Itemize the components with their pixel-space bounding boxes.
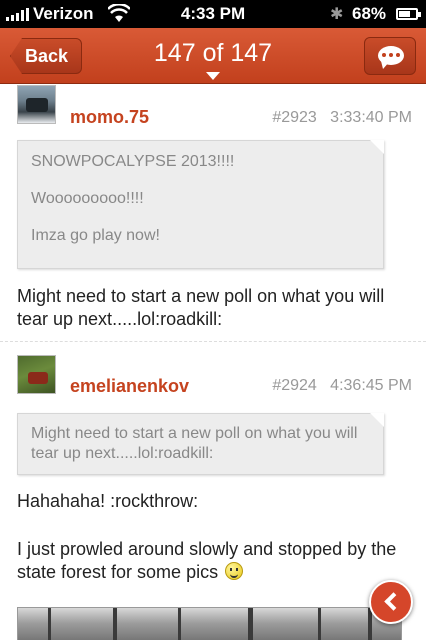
post-username[interactable]: momo.75: [70, 107, 149, 128]
caret-down-icon[interactable]: [206, 72, 220, 80]
post-divider: [0, 341, 426, 342]
quote-line: Wooooooooo!!!!: [31, 190, 144, 207]
bluetooth-icon: ✱: [330, 6, 344, 23]
quote-box: Might need to start a new poll on what y…: [17, 413, 384, 475]
status-bar: Verizon 4:33 PM ✱ 68%: [0, 0, 426, 28]
page-counter-title[interactable]: 147 of 147: [0, 39, 426, 68]
thread-content[interactable]: momo.75 #2923 3:33:40 PM SNOWPOCALYPSE 2…: [0, 85, 426, 640]
post-body: I just prowled around slowly and stopped…: [17, 539, 397, 582]
floating-back-button[interactable]: [369, 580, 413, 624]
quote-box: SNOWPOCALYPSE 2013!!!! Wooooooooo!!!! Im…: [17, 140, 384, 269]
battery-fill: [399, 11, 410, 17]
chevron-left-icon: [384, 592, 403, 611]
post-time: 4:36:45 PM: [330, 377, 412, 394]
post-username[interactable]: emelianenkov: [70, 376, 189, 397]
battery-icon: [396, 8, 421, 20]
avatar[interactable]: [17, 355, 56, 394]
battery-percentage: 68%: [352, 4, 387, 23]
post-body: Might need to start a new poll on what y…: [17, 286, 385, 329]
smiley-icon: [225, 562, 244, 580]
post-time: 3:33:40 PM: [330, 109, 412, 126]
reply-button[interactable]: [364, 37, 416, 75]
post-meta: #2923 3:33:40 PM: [272, 109, 412, 127]
attached-image[interactable]: [17, 607, 402, 640]
post-body: Hahahaha! :rockthrow:: [17, 491, 199, 511]
nav-bar: Back 147 of 147: [0, 28, 426, 84]
post-meta: #2924 4:36:45 PM: [272, 377, 412, 395]
quote-line: Imza go play now!: [31, 227, 160, 244]
post-number: #2924: [272, 377, 317, 394]
post-number: #2923: [272, 109, 317, 126]
quote-line: SNOWPOCALYPSE 2013!!!!: [31, 153, 235, 170]
avatar[interactable]: [17, 85, 56, 124]
